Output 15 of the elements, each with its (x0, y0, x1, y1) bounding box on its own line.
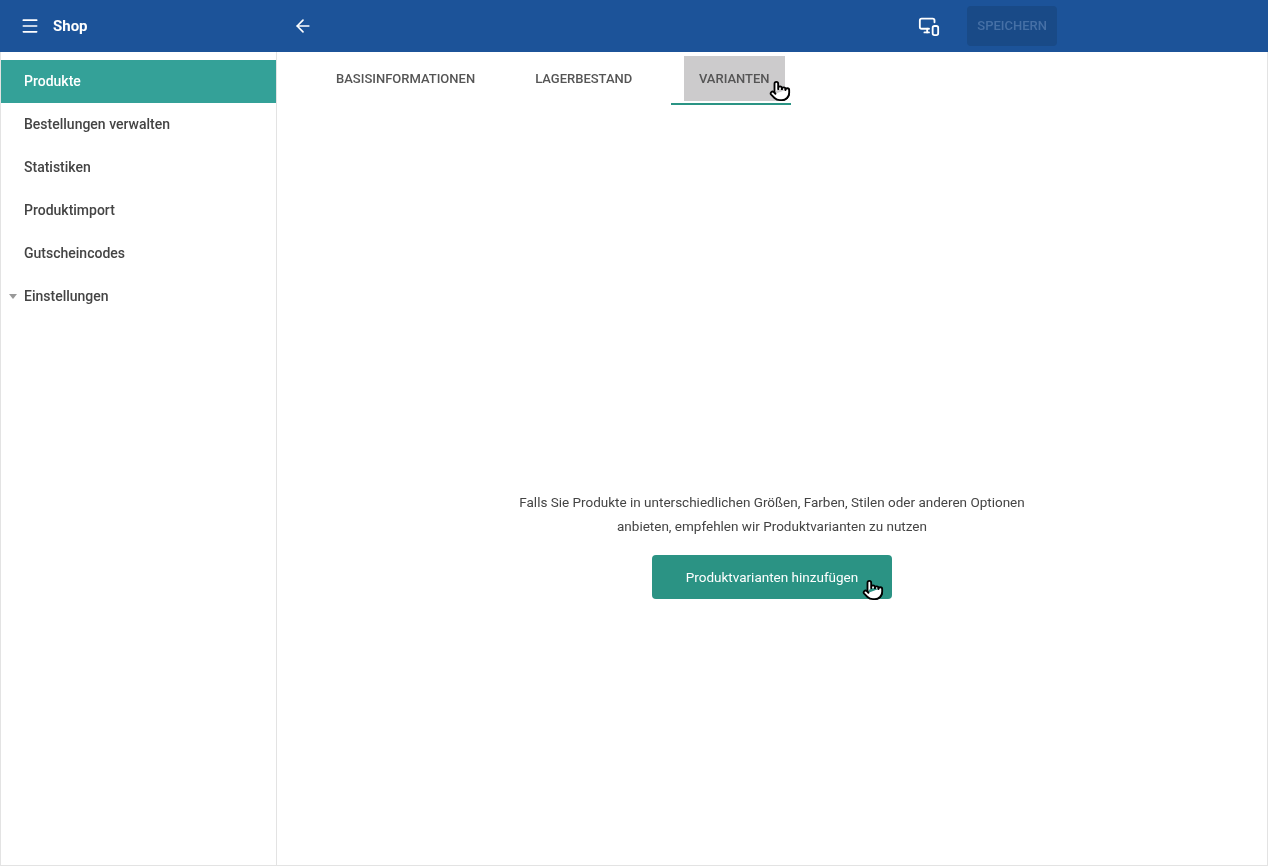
sidebar-item[interactable]: Gutscheincodes (1, 232, 276, 275)
hand-cursor-icon (862, 577, 884, 603)
tab[interactable]: LAGERBESTAND (520, 56, 648, 101)
tab[interactable]: VARIANTEN (683, 56, 785, 101)
hand-cursor-icon (769, 78, 792, 104)
sidebar-item[interactable]: Produktimport (1, 189, 276, 232)
sidebar-item[interactable]: Bestellungen verwalten (1, 103, 276, 146)
add-variants-button[interactable]: Produktvarianten hinzufügen (652, 555, 892, 599)
caret-icon (9, 294, 17, 299)
menu-icon[interactable] (20, 16, 40, 36)
empty-state-message: Falls Sie Produkte in unterschiedlichen Größen, Farben, Stilen oder anderen Optionen anbieten, empfehlen wir Produktvarianten zu nutzen (518, 493, 1026, 536)
tab[interactable]: BASISINFORMATIONEN (321, 56, 491, 101)
sidebar-item[interactable]: Statistiken (1, 146, 276, 189)
app-title: Shop (53, 15, 88, 37)
sidebar-item[interactable]: Einstellungen (1, 275, 276, 318)
